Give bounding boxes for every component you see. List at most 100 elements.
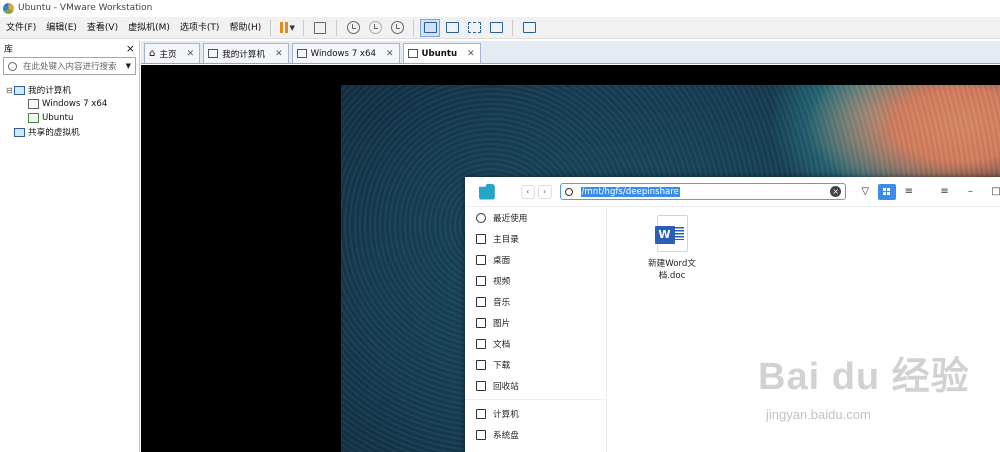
vm-icon [407,49,418,58]
clock-icon [476,212,486,223]
filter-icon: ▽ [861,186,870,197]
fullscreen-button[interactable] [464,19,484,37]
snapshot-manager-button[interactable] [387,19,407,37]
vm-icon [296,49,307,58]
unity-button[interactable] [486,19,506,37]
collapse-icon[interactable]: ⊟ [6,86,14,95]
sidebar-item-label: 主目录 [493,234,519,245]
menu-view[interactable]: 查看(V) [83,19,122,37]
sidebar-item-trash[interactable]: 回收站 [465,375,606,396]
sidebar-item-label: 桌面 [493,255,511,266]
tree-item-label: Windows 7 x64 [42,99,108,109]
trash-icon [476,380,486,391]
tree-item-ubuntu[interactable]: Ubuntu [6,111,139,125]
vm-running-icon [28,113,39,123]
tab-windows7[interactable]: Windows 7 x64 ✕ [291,43,400,63]
close-icon[interactable]: ✕ [275,49,283,59]
sidebar-item-home[interactable]: 主目录 [465,228,606,249]
toolbar-separator [270,19,272,36]
sidebar-item-videos[interactable]: 视频 [465,270,606,291]
console-view-button[interactable] [519,19,539,37]
list-icon: ≡ [904,186,913,197]
thumbnail-bar-button[interactable] [442,19,462,37]
sidebar-item-pictures[interactable]: 图片 [465,312,606,333]
close-icon[interactable]: ✕ [467,49,475,59]
revert-icon [368,21,382,34]
clear-icon[interactable]: × [830,186,842,197]
back-button[interactable]: ‹ [520,184,535,199]
icon-view-button[interactable] [878,183,896,200]
tree-item-windows7[interactable]: Windows 7 x64 [6,97,139,111]
tree-item-shared-vms[interactable]: 共享的虚拟机 [6,125,139,139]
home-icon [476,233,486,244]
disk-icon [476,429,486,440]
sidebar-item-label: 音乐 [493,297,511,308]
tree-item-label: 我的计算机 [28,86,71,96]
close-icon[interactable]: ✕ [187,49,195,59]
desktop-icon [476,254,486,265]
tab-home[interactable]: ⌂ 主页 ✕ [144,43,201,63]
library-panel: 库 × 在此处键入内容进行搜索 ▼ ⊟ 我的计算机 Windows 7 x64 U… [0,41,140,452]
list-view-button[interactable]: ≡ [900,184,918,200]
snapshot-icon [346,21,360,34]
tree-item-my-computer[interactable]: ⊟ 我的计算机 [6,83,139,97]
computer-icon [208,49,219,58]
menu-tabs[interactable]: 选项卡(T) [176,19,224,37]
music-icon [476,296,486,307]
computer-icon [14,85,25,95]
library-close-button[interactable]: × [126,42,135,55]
sidebar-item-label: 最近使用 [493,213,528,224]
pause-icon [279,22,288,33]
revert-snapshot-button[interactable] [365,19,385,37]
sidebar-item-label: 下载 [493,360,511,371]
sidebar-item-computer[interactable]: 计算机 [465,403,606,424]
video-icon [476,275,486,286]
menu-bar: 文件(F) 编辑(E) 查看(V) 虚拟机(M) 选项卡(T) 帮助(H) ▼ [0,17,1000,39]
sidebar-item-downloads[interactable]: 下载 [465,354,606,375]
forward-button[interactable]: › [537,184,552,199]
chevron-down-icon[interactable]: ▼ [126,62,131,70]
tab-ubuntu[interactable]: Ubuntu ✕ [402,43,481,63]
file-item[interactable]: W 新建Word文 档.doc [644,215,700,282]
sidebar-item-music[interactable]: 音乐 [465,291,606,312]
show-library-button[interactable] [420,18,441,37]
filter-button[interactable]: ▽ [856,184,874,200]
sidebar-item-desktop[interactable]: 桌面 [465,249,606,270]
file-manager-window: ‹ › /mnt/hgfs/deepinshare × ▽ ≡ ≡ – □ 最近… [465,177,1000,452]
library-title: 库 [4,44,14,55]
snapshot-button[interactable] [343,19,363,37]
address-path[interactable]: /mnt/hgfs/deepinshare [580,186,680,197]
sidebar-item-label: 视频 [493,276,511,287]
sidebar-item-system-disk[interactable]: 系统盘 [465,424,606,445]
home-icon: ⌂ [149,48,156,59]
menu-vm[interactable]: 虚拟机(M) [124,19,174,37]
sidebar-item-documents[interactable]: 文档 [465,333,606,354]
sidebar-item-recent[interactable]: 最近使用 [465,207,606,228]
minimize-icon: – [967,186,973,197]
network-icon [314,21,327,34]
tab-my-computer[interactable]: 我的计算机 ✕ [203,43,289,63]
snapshot-manager-icon [390,21,404,34]
send-ctrl-alt-del-button[interactable] [310,19,330,37]
main-menu-button[interactable]: ≡ [936,184,954,200]
minimize-button[interactable]: – [961,184,979,200]
menu-help[interactable]: 帮助(H) [225,19,265,37]
pause-button[interactable]: ▼ [277,19,297,37]
sidebar-divider [465,399,606,400]
tree-item-label: Ubuntu [42,113,74,123]
tab-label: 主页 [159,49,177,60]
library-search-input[interactable]: 在此处键入内容进行搜索 ▼ [3,57,136,75]
thumbnail-icon [445,22,459,33]
menu-file[interactable]: 文件(F) [2,19,40,37]
search-icon [564,187,573,196]
close-icon[interactable]: ✕ [386,49,394,59]
watermark-url: jingyan.baidu.com [766,407,871,422]
maximize-button[interactable]: □ [987,184,1000,200]
grid-icon [883,188,891,195]
vmware-logo-icon [3,2,14,14]
fullscreen-icon [467,22,481,33]
sidebar-item-label: 文档 [493,339,511,350]
file-manager-toolbar: ‹ › /mnt/hgfs/deepinshare × ▽ ≡ ≡ – □ [465,177,1000,207]
menu-edit[interactable]: 编辑(E) [42,19,81,37]
address-bar[interactable]: /mnt/hgfs/deepinshare × [559,183,847,200]
